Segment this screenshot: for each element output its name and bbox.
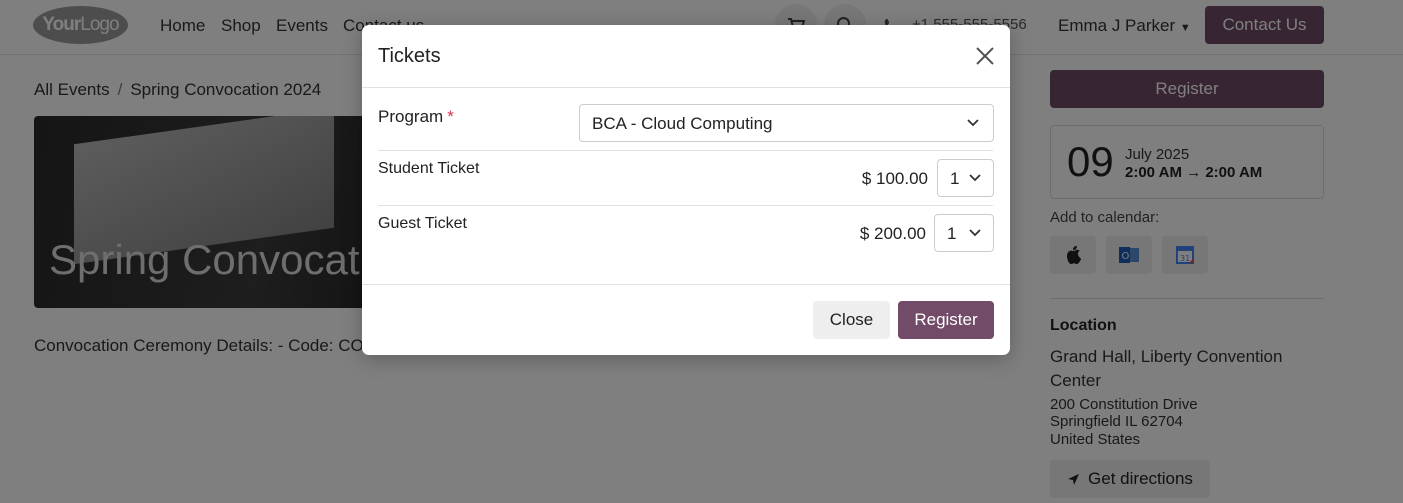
ticket-name: Guest Ticket <box>378 215 467 232</box>
program-select[interactable]: BCA - Cloud Computing <box>579 104 994 142</box>
program-selected-value: BCA - Cloud Computing <box>592 114 773 133</box>
modal-header: Tickets <box>362 25 1010 88</box>
ticket-qty-select[interactable]: 1 <box>934 214 994 252</box>
modal-footer-divider <box>362 284 1010 285</box>
required-asterisk: * <box>447 107 454 126</box>
program-label: Program * <box>378 107 454 126</box>
row-divider <box>378 150 993 151</box>
close-icon[interactable] <box>974 45 996 67</box>
ticket-qty-value: 1 <box>950 169 960 188</box>
ticket-price: $ 100.00 <box>861 169 928 188</box>
ticket-qty-select[interactable]: 1 <box>937 159 994 197</box>
ticket-name: Student Ticket <box>378 160 480 177</box>
register-button[interactable]: Register <box>898 301 994 339</box>
ticket-price: $ 200.00 <box>859 224 926 243</box>
chevron-down-icon <box>969 174 981 182</box>
chevron-down-icon <box>967 119 979 127</box>
ticket-qty-value: 1 <box>947 224 957 243</box>
chevron-down-icon <box>969 229 981 237</box>
tickets-modal: Tickets Program * BCA - Cloud Computing S… <box>362 25 1010 355</box>
row-divider <box>378 205 993 206</box>
close-button[interactable]: Close <box>813 301 890 339</box>
modal-title: Tickets <box>378 45 441 67</box>
